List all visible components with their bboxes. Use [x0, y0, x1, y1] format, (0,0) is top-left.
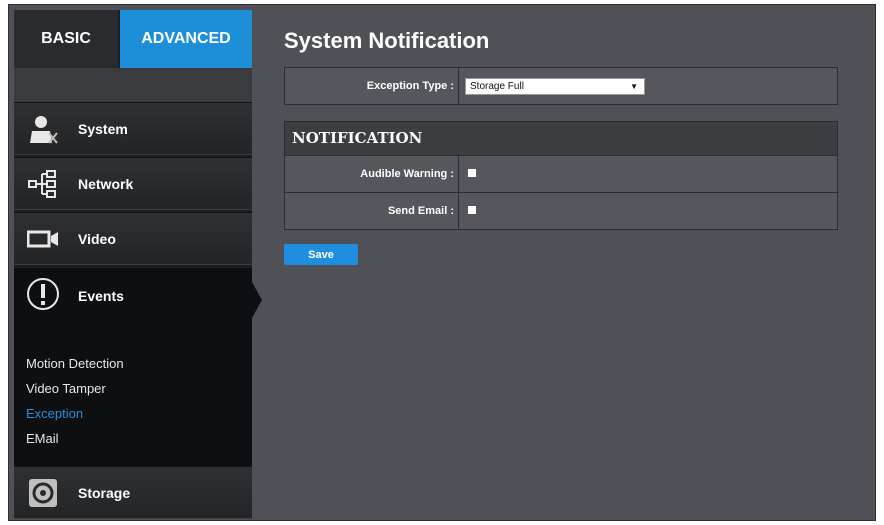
dropdown-arrow-icon: ▼: [630, 82, 638, 91]
audible-warning-label: Audible Warning :: [285, 156, 459, 192]
save-button[interactable]: Save: [284, 244, 358, 265]
exception-type-value: Storage Full: [470, 81, 524, 92]
video-camera-icon: [26, 223, 60, 255]
alert-icon: [26, 277, 60, 314]
send-email-row: Send Email :: [285, 193, 837, 229]
network-tree-icon: [26, 168, 60, 200]
sidebar-item-label: System: [78, 121, 128, 137]
audible-warning-checkbox[interactable]: [468, 169, 476, 177]
sidebar-item-system[interactable]: System: [14, 102, 252, 155]
exception-type-select[interactable]: Storage Full ▼: [465, 78, 645, 95]
sidebar-item-label: Network: [78, 176, 134, 192]
sidebar-item-label: Storage: [78, 485, 131, 501]
submenu-exception[interactable]: Exception: [26, 406, 83, 421]
sidebar-item-label: Video: [78, 231, 116, 247]
tab-advanced[interactable]: ADVANCED: [120, 10, 252, 78]
submenu-motion-detection[interactable]: Motion Detection: [26, 356, 124, 371]
exception-settings-box: Exception Type : Storage Full ▼: [284, 67, 838, 105]
tab-basic[interactable]: BASIC: [14, 10, 118, 68]
sidebar: BASIC ADVANCED System Network Video Even…: [14, 10, 262, 519]
exception-type-label: Exception Type :: [285, 68, 459, 104]
tab-strip: [14, 68, 252, 102]
notification-box: NOTIFICATION Audible Warning : Send Emai…: [284, 121, 838, 230]
sidebar-item-video[interactable]: Video: [14, 212, 252, 265]
send-email-checkbox[interactable]: [468, 206, 476, 214]
submenu-video-tamper[interactable]: Video Tamper: [26, 381, 106, 396]
send-email-label: Send Email :: [285, 193, 459, 229]
sidebar-item-network[interactable]: Network: [14, 157, 252, 210]
user-settings-icon: [26, 113, 60, 145]
sidebar-item-events: Events Motion Detection Video Tamper Exc…: [14, 268, 262, 466]
sidebar-item-storage[interactable]: Storage: [14, 466, 252, 519]
page-title: System Notification: [284, 28, 490, 53]
submenu-email[interactable]: EMail: [26, 431, 59, 446]
mode-tabs: BASIC ADVANCED: [14, 10, 252, 78]
storage-disk-icon: [26, 477, 60, 509]
notification-heading: NOTIFICATION: [285, 122, 837, 156]
exception-type-row: Exception Type : Storage Full ▼: [285, 68, 837, 104]
sidebar-item-label: Events: [78, 288, 124, 304]
audible-warning-row: Audible Warning :: [285, 156, 837, 193]
sidebar-item-events-header[interactable]: Events: [14, 268, 252, 323]
